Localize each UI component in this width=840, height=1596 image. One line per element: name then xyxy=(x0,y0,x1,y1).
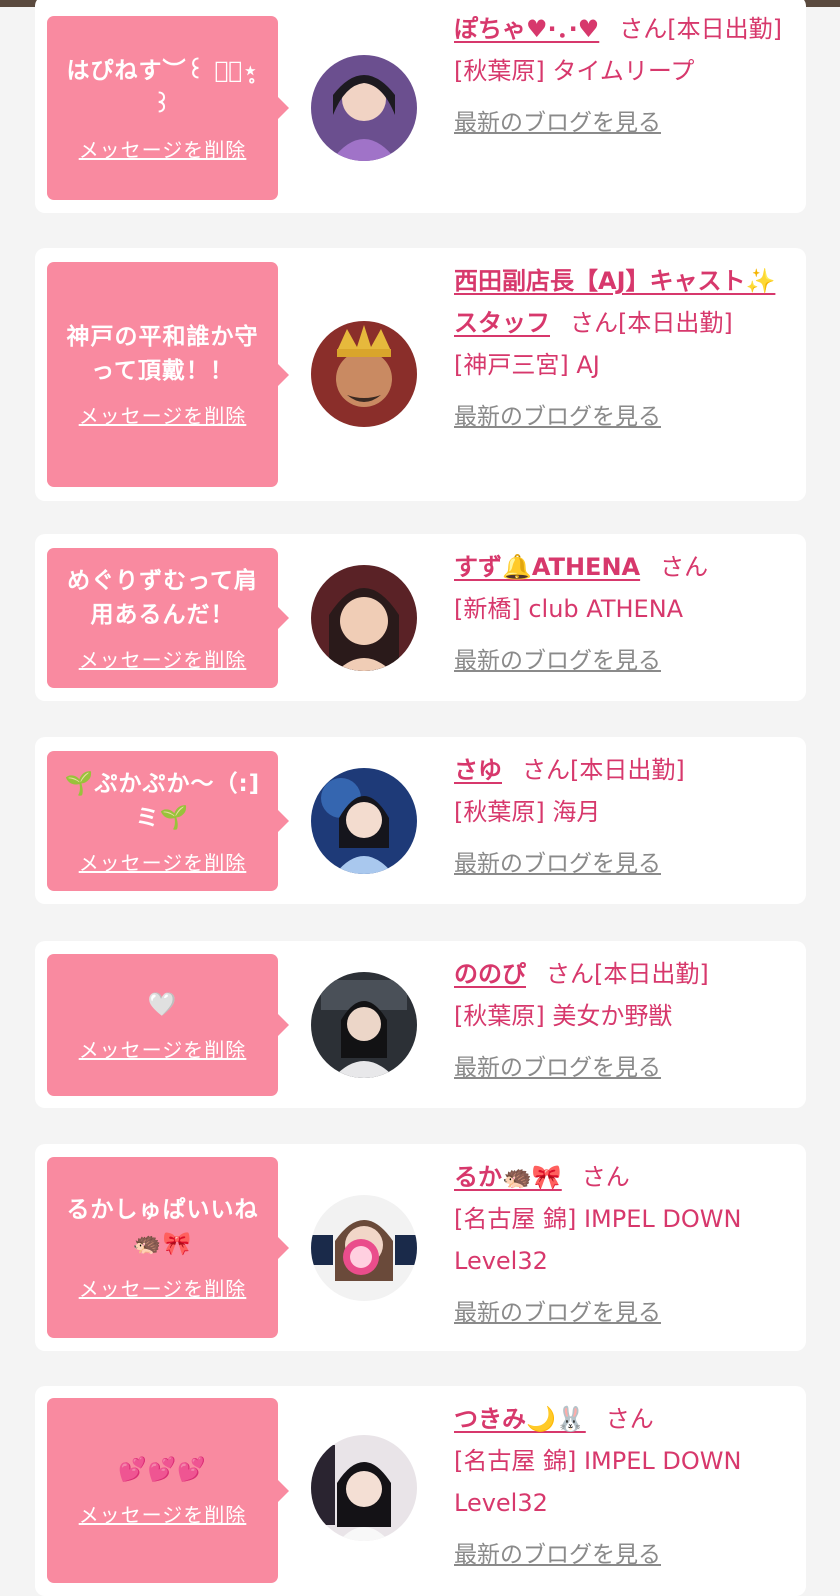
shop-name: [名古屋 錦] IMPEL DOWN Level32 xyxy=(454,1205,742,1275)
message-bubble: 神戸の平和誰か守って頂戴！！ メッセージを削除 xyxy=(47,262,278,487)
avatar[interactable] xyxy=(311,1435,417,1541)
shop-name: [秋葉原] 美女か野獣 xyxy=(454,1002,673,1030)
work-status: [本日出勤] xyxy=(618,309,733,337)
message-text: 神戸の平和誰か守って頂戴！！ xyxy=(66,324,259,384)
cast-name-link[interactable]: ののぴ xyxy=(454,960,526,988)
cast-info: るか🦔🎀 さん [名古屋 錦] IMPEL DOWN Level32 最新のブログ… xyxy=(454,1156,784,1334)
cast-name-link[interactable]: すず🔔ATHENA xyxy=(454,553,640,581)
message-card: めぐりずむって肩用あるんだ！ メッセージを削除 すず🔔ATHENA さん [新橋]… xyxy=(35,534,806,701)
message-text: はぴねす︶꒰ ་͙⋆̥ ꒱ xyxy=(66,57,259,118)
delete-message-link[interactable]: メッセージを削除 xyxy=(79,1273,247,1302)
message-text: 🤍 xyxy=(147,991,178,1018)
cast-info: つきみ🌙🐰 さん [名古屋 錦] IMPEL DOWN Level32 最新のブロ… xyxy=(454,1398,784,1576)
honorific: さん xyxy=(546,960,594,988)
latest-blog-link[interactable]: 最新のブログを見る xyxy=(454,1047,661,1089)
cast-info: 西田副店長【AJ】キャスト✨スタッフ さん[本日出勤] [神戸三宮] AJ 最新の… xyxy=(454,260,784,438)
latest-blog-link[interactable]: 最新のブログを見る xyxy=(454,1534,661,1576)
honorific: さん xyxy=(619,15,668,43)
cast-info: さゆ さん[本日出勤] [秋葉原] 海月 最新のブログを見る xyxy=(454,749,784,885)
message-bubble: めぐりずむって肩用あるんだ！ メッセージを削除 xyxy=(47,548,278,688)
avatar[interactable] xyxy=(311,55,417,161)
message-card: 🤍 メッセージを削除 ののぴ さん[本日出勤] [秋葉原] 美女か野獣 最新のブロ… xyxy=(35,941,806,1108)
avatar[interactable] xyxy=(311,321,417,427)
work-status: [本日出勤] xyxy=(594,960,709,988)
cast-info: ののぴ さん[本日出勤] [秋葉原] 美女か野獣 最新のブログを見る xyxy=(454,953,784,1089)
message-text: るかしゅぱいいね🦔🎀 xyxy=(66,1197,259,1257)
honorific: さん xyxy=(522,756,570,784)
cast-info: ぽちゃ♥︎·．·♥︎ さん[本日出勤] [秋葉原] タイムリープ 最新のブログを見… xyxy=(454,8,784,144)
message-bubble: はぴねす︶꒰ ་͙⋆̥ ꒱ メッセージを削除 xyxy=(47,16,278,200)
message-text: めぐりずむって肩用あるんだ！ xyxy=(67,567,258,628)
shop-name: [神戸三宮] AJ xyxy=(454,351,600,379)
cast-name-link[interactable]: ぽちゃ♥︎·．·♥︎ xyxy=(454,15,599,43)
cast-info: すず🔔ATHENA さん [新橋] club ATHENA 最新のブログを見る xyxy=(454,546,784,682)
shop-name: [秋葉原] 海月 xyxy=(454,798,601,826)
avatar[interactable] xyxy=(311,972,417,1078)
delete-message-link[interactable]: メッセージを削除 xyxy=(79,847,247,876)
delete-message-link[interactable]: メッセージを削除 xyxy=(79,134,247,163)
honorific: さん xyxy=(570,309,618,337)
message-text: 🌱ぷかぷか〜（:]ミ🌱 xyxy=(64,770,261,831)
cast-name-link[interactable]: さゆ xyxy=(454,756,502,784)
delete-message-link[interactable]: メッセージを削除 xyxy=(79,644,247,673)
avatar[interactable] xyxy=(311,1195,417,1301)
message-bubble: 🤍 メッセージを削除 xyxy=(47,954,278,1096)
honorific: さん xyxy=(581,1163,630,1191)
message-text: 💕💕💕 xyxy=(118,1457,207,1483)
avatar[interactable] xyxy=(311,565,417,671)
cast-name-link[interactable]: つきみ🌙🐰 xyxy=(454,1405,586,1433)
latest-blog-link[interactable]: 最新のブログを見る xyxy=(454,843,661,885)
latest-blog-link[interactable]: 最新のブログを見る xyxy=(454,1292,661,1334)
delete-message-link[interactable]: メッセージを削除 xyxy=(79,400,247,429)
message-bubble: るかしゅぱいいね🦔🎀 メッセージを削除 xyxy=(47,1157,278,1338)
latest-blog-link[interactable]: 最新のブログを見る xyxy=(454,102,661,144)
honorific: さん xyxy=(660,553,709,581)
honorific: さん xyxy=(605,1405,654,1433)
message-card: 💕💕💕 メッセージを削除 つきみ🌙🐰 さん [名古屋 錦] IMPEL DOWN … xyxy=(35,1386,806,1596)
message-card: 🌱ぷかぷか〜（:]ミ🌱 メッセージを削除 さゆ さん[本日出勤] [秋葉原] 海月… xyxy=(35,737,806,904)
latest-blog-link[interactable]: 最新のブログを見る xyxy=(454,396,661,438)
shop-name: [秋葉原] タイムリープ xyxy=(454,57,695,85)
message-card: るかしゅぱいいね🦔🎀 メッセージを削除 るか🦔🎀 さん [名古屋 錦] IMPEL… xyxy=(35,1144,806,1351)
message-bubble: 🌱ぷかぷか〜（:]ミ🌱 メッセージを削除 xyxy=(47,751,278,891)
message-card: 神戸の平和誰か守って頂戴！！ メッセージを削除 西田副店長【AJ】キャスト✨スタ… xyxy=(35,248,806,501)
delete-message-link[interactable]: メッセージを削除 xyxy=(79,1499,247,1528)
delete-message-link[interactable]: メッセージを削除 xyxy=(79,1034,247,1063)
work-status: [本日出勤] xyxy=(667,15,782,43)
message-bubble: 💕💕💕 メッセージを削除 xyxy=(47,1398,278,1583)
cast-name-link[interactable]: るか🦔🎀 xyxy=(454,1163,562,1191)
avatar[interactable] xyxy=(311,768,417,874)
latest-blog-link[interactable]: 最新のブログを見る xyxy=(454,640,661,682)
message-card: はぴねす︶꒰ ་͙⋆̥ ꒱ メッセージを削除 ぽちゃ♥︎·．·♥︎ さん[本日出勤… xyxy=(35,0,806,213)
work-status: [本日出勤] xyxy=(570,756,685,784)
shop-name: [名古屋 錦] IMPEL DOWN Level32 xyxy=(454,1447,742,1517)
shop-name: [新橋] club ATHENA xyxy=(454,595,684,623)
